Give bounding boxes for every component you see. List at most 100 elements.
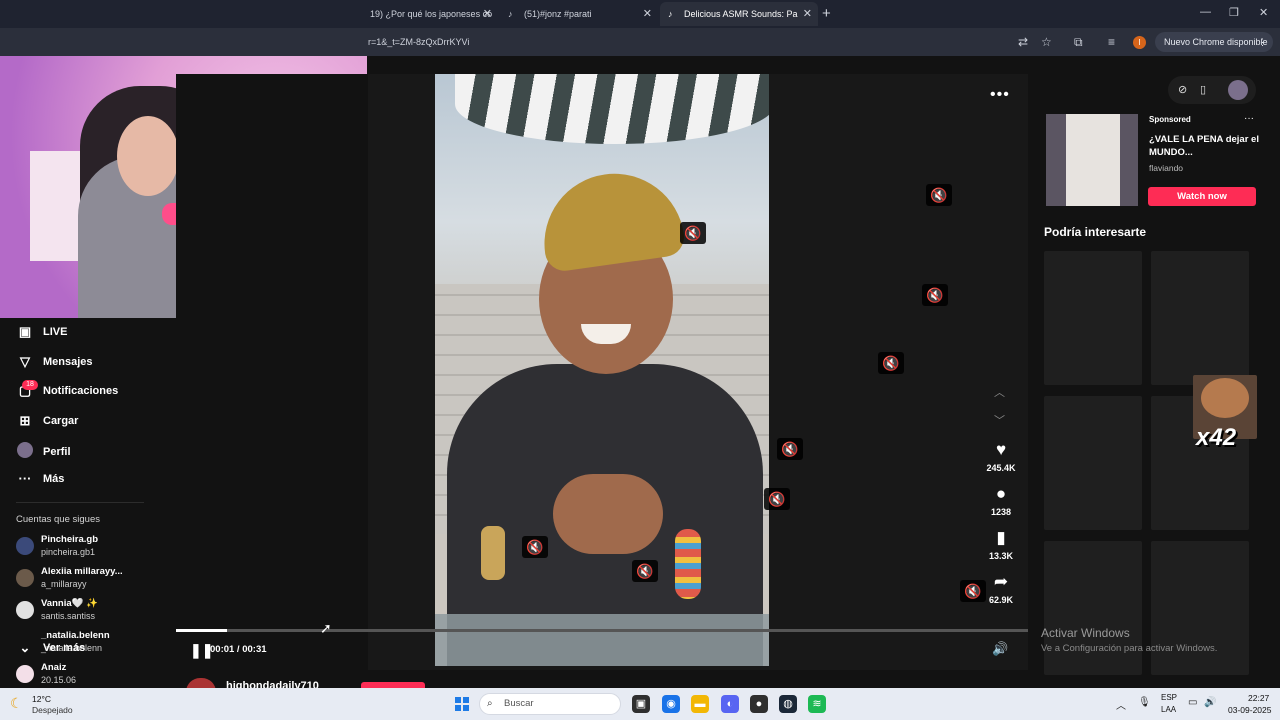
- translate-icon[interactable]: ⇄: [1018, 35, 1028, 49]
- see-more-button[interactable]: ⌄ Ver más: [16, 640, 86, 656]
- ad-title[interactable]: ¿VALE LA PENA dejar el MUNDO...: [1149, 133, 1261, 159]
- obs-icon[interactable]: ●: [750, 695, 768, 713]
- new-tab-button[interactable]: +: [822, 5, 831, 22]
- chrome-update-button[interactable]: Nuevo Chrome disponible ⋮: [1155, 32, 1273, 52]
- video-frame[interactable]: [435, 74, 769, 666]
- url-text[interactable]: r=1&_t=ZM-8zQxDrrKYVi: [368, 37, 469, 47]
- clock-time[interactable]: 22:27: [1248, 693, 1269, 703]
- suggestion-tile[interactable]: [1151, 541, 1249, 675]
- following-item[interactable]: Alexiia millarayy... a_millarayy: [16, 566, 123, 590]
- taskview-icon[interactable]: ▣: [632, 695, 650, 713]
- share-icon: ➦: [993, 572, 1009, 591]
- avatar: [16, 569, 34, 587]
- microphone-icon[interactable]: 🎙: [1138, 697, 1151, 708]
- mute-icon: 🔇: [632, 560, 658, 582]
- like-button[interactable]: ♥ 245.4K: [982, 440, 1020, 473]
- profile-avatar[interactable]: I: [1133, 36, 1146, 49]
- suggestion-tile[interactable]: [1151, 251, 1249, 385]
- notification-badge: 18: [22, 380, 38, 390]
- compass-icon[interactable]: ⊘: [1178, 83, 1187, 96]
- following-title: Cuentas que sigues: [16, 514, 100, 525]
- cap: [535, 164, 687, 274]
- bookmark-icon: ▮: [996, 528, 1006, 547]
- ad-more-icon[interactable]: ···: [1244, 113, 1254, 124]
- upload-icon: ⊞: [19, 413, 31, 428]
- sidebar-item-perfil[interactable]: Perfil: [16, 442, 71, 461]
- progress-bar[interactable]: [176, 629, 1028, 632]
- following-handle: 20.15.06: [41, 675, 77, 685]
- more-options-icon[interactable]: •••: [990, 86, 1010, 104]
- search-icon: ⌕: [487, 698, 493, 709]
- extensions-icon[interactable]: ⧉: [1074, 35, 1083, 50]
- speaker-icon[interactable]: 🔊: [1204, 697, 1216, 708]
- discord-icon[interactable]: ◐: [721, 695, 739, 713]
- watch-now-button[interactable]: Watch now: [1148, 187, 1256, 206]
- sidebar-item-mensajes[interactable]: ▽ Mensajes: [16, 354, 93, 370]
- comment-icon: ●: [995, 484, 1007, 503]
- taskbar-search[interactable]: Buscar: [479, 693, 621, 715]
- tab-japoneses[interactable]: 19) ¿Por qué los japoneses co ✕: [362, 2, 498, 26]
- close-icon[interactable]: ✕: [643, 7, 652, 20]
- progress-fill: [176, 629, 228, 632]
- clock-date[interactable]: 03-09-2025: [1228, 705, 1271, 715]
- following-name: Alexiia millarayy...: [41, 566, 123, 577]
- following-name: Anaiz: [41, 662, 67, 673]
- volume-icon[interactable]: 🔊: [992, 641, 1008, 657]
- bookmark-star-icon[interactable]: ☆: [1041, 35, 1052, 49]
- following-item[interactable]: Anaiz 20.15.06: [16, 662, 76, 686]
- media-icon[interactable]: ≡: [1108, 35, 1115, 49]
- share-button[interactable]: ➦ 62.9K: [982, 572, 1020, 605]
- close-icon[interactable]: ✕: [483, 7, 492, 20]
- sidebar-item-label: Notificaciones: [43, 385, 119, 397]
- tab-asmr[interactable]: ♪ Delicious ASMR Sounds: Pa ✕: [660, 2, 818, 26]
- address-bar: [0, 28, 1280, 56]
- suggestion-tile[interactable]: [1044, 396, 1142, 530]
- following-handle: pincheira.gb1: [41, 547, 96, 557]
- suggestion-tile[interactable]: [1044, 251, 1142, 385]
- following-item[interactable]: Pincheira.gb pincheira.gb1: [16, 534, 98, 558]
- spotify-icon[interactable]: ≋: [808, 695, 826, 713]
- save-button[interactable]: ▮ 13.3K: [982, 528, 1020, 561]
- steam-icon[interactable]: ◍: [779, 695, 797, 713]
- sidebar-item-live[interactable]: ▣ LIVE: [16, 324, 68, 340]
- phone-icon[interactable]: ▯: [1200, 83, 1206, 96]
- tab-label: 19) ¿Por qué los japoneses co: [370, 9, 493, 19]
- meme-face: [1201, 378, 1249, 418]
- mute-icon: 🔇: [680, 222, 706, 244]
- language-code[interactable]: ESP: [1161, 693, 1177, 702]
- sidebar-item-label: LIVE: [43, 326, 68, 338]
- suggestion-tile[interactable]: [1044, 541, 1142, 675]
- tab-jonz[interactable]: ♪ (51)#jonz #parati ✕: [500, 2, 658, 26]
- tiktok-icon: ♪: [508, 9, 513, 19]
- avatar: [16, 665, 34, 683]
- minimize-button[interactable]: —: [1200, 6, 1211, 18]
- sidebar-item-label: Cargar: [43, 415, 79, 427]
- sidebar-item-cargar[interactable]: ⊞ Cargar: [16, 413, 79, 429]
- close-icon[interactable]: ✕: [803, 7, 812, 20]
- sidebar-item-mas[interactable]: ··· Más: [16, 471, 65, 486]
- weather-moon-icon[interactable]: ☾: [10, 695, 23, 712]
- chevron-down-icon[interactable]: ﹀: [994, 412, 1005, 428]
- weather-desc: Despejado: [32, 705, 73, 715]
- mute-icon: 🔇: [522, 536, 548, 558]
- suggestions-title: Podría interesarte: [1044, 225, 1147, 239]
- profile-avatar[interactable]: [1228, 80, 1248, 100]
- start-button[interactable]: [455, 697, 469, 711]
- chrome-icon[interactable]: ◉: [662, 695, 680, 713]
- following-name: Vannia🤍 ✨: [41, 598, 98, 609]
- chevron-up-icon[interactable]: ︿: [994, 384, 1005, 400]
- network-icon[interactable]: ▭: [1188, 697, 1197, 708]
- tray-arrow-icon[interactable]: ︿: [1116, 697, 1126, 712]
- watch: [481, 526, 505, 580]
- live-icon: ▣: [18, 324, 32, 339]
- multiplier-text: x42: [1196, 424, 1237, 451]
- tab-label: (51)#jonz #parati: [524, 9, 592, 19]
- restore-button[interactable]: ❐: [1229, 6, 1239, 19]
- following-handle: santis.santiss: [41, 611, 96, 621]
- language-layout[interactable]: LAA: [1161, 705, 1176, 714]
- comment-button[interactable]: ● 1238: [982, 484, 1020, 517]
- file-explorer-icon[interactable]: ▬: [691, 695, 709, 713]
- close-window-button[interactable]: ✕: [1259, 6, 1268, 19]
- streamer-face: [117, 116, 179, 196]
- following-item[interactable]: Vannia🤍 ✨ santis.santiss: [16, 598, 98, 622]
